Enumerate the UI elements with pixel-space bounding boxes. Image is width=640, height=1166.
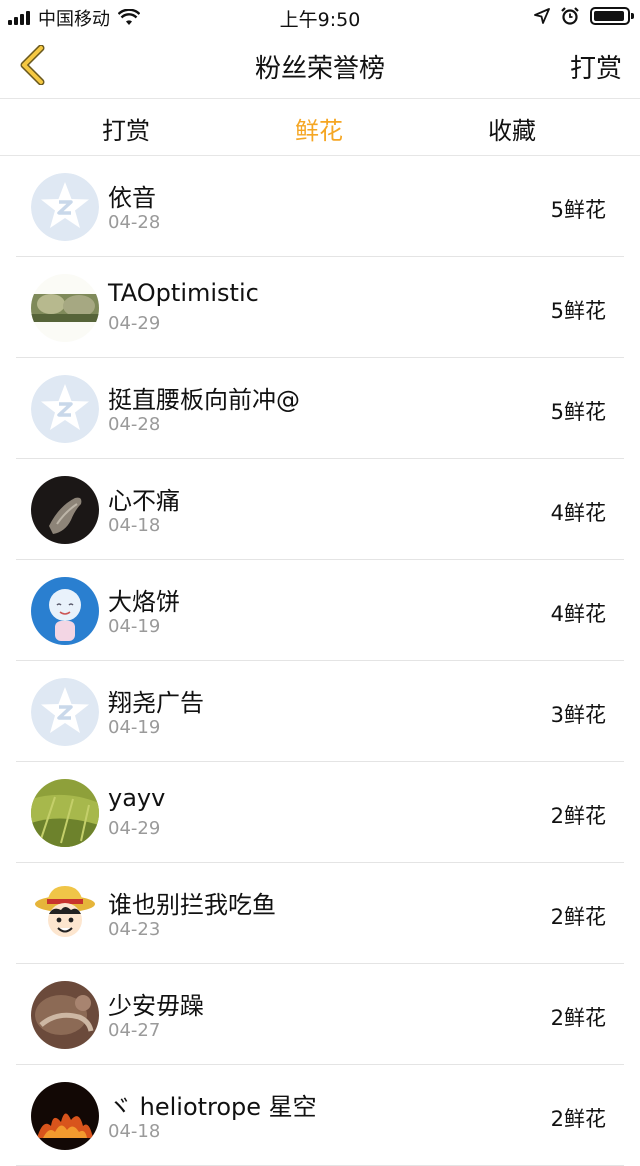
back-button[interactable] [10,42,54,88]
tab-bar: 打赏 鲜花 收藏 [0,99,640,156]
landscape-avatar [31,274,99,342]
alarm-icon [561,7,579,25]
tab-favorites[interactable]: 收藏 [452,111,572,146]
fan-list: 依音 04-28 5鲜花 TAOptimistic 04-29 5鲜花 挺直腰板… [16,156,624,1166]
fan-name: 大烙饼 [108,588,180,616]
fan-date: 04-29 [108,313,161,334]
fan-date: 04-27 [108,1020,161,1041]
fan-name: 心不痛 [108,487,180,515]
page-title: 粉丝荣誉榜 [254,54,385,84]
reward-button[interactable]: 打赏 [570,48,622,85]
fan-name: 依音 [108,184,156,212]
flower-count: 2鲜花 [550,905,606,929]
fan-date: 04-19 [108,717,161,738]
back-chevron-icon [20,45,45,85]
fan-row[interactable]: 挺直腰板向前冲@ 04-28 5鲜花 [16,358,624,459]
status-right [534,6,634,26]
fan-row[interactable]: yayv 04-29 2鲜花 [16,762,624,863]
tab-flowers[interactable]: 鲜花 [259,111,379,146]
fan-row[interactable]: 依音 04-28 5鲜花 [16,156,624,257]
flower-count: 2鲜花 [550,804,606,828]
fan-date: 04-18 [108,1121,161,1142]
fan-row[interactable]: TAOptimistic 04-29 5鲜花 [16,257,624,358]
green-field-avatar [31,779,99,847]
flower-count: 5鲜花 [550,400,606,424]
fan-name: 挺直腰板向前冲@ [108,386,300,414]
fan-date: 04-29 [108,818,161,839]
location-arrow-icon [534,8,550,24]
fan-row[interactable]: 谁也别拦我吃鱼 04-23 2鲜花 [16,863,624,964]
fan-row[interactable]: 心不痛 04-18 4鲜花 [16,459,624,560]
default-star-avatar-icon [31,678,99,746]
nav-bar: 粉丝荣誉榜 打赏 [0,32,640,99]
fan-name: 少安毋躁 [108,992,204,1020]
fan-name: 谁也别拦我吃鱼 [108,891,276,919]
fan-name: yayv [108,784,166,812]
fan-date: 04-19 [108,616,161,637]
flower-count: 2鲜花 [550,1107,606,1131]
fan-date: 04-23 [108,919,161,940]
flower-count: 5鲜花 [550,299,606,323]
flower-count: 5鲜花 [550,198,606,222]
status-bar: 中国移动 上午9:50 [0,0,640,32]
brown-photo-avatar [31,981,99,1049]
fan-date: 04-28 [108,414,161,435]
fan-date: 04-28 [108,212,161,233]
flower-count: 4鲜花 [550,602,606,626]
fan-name: TAOptimistic [108,279,259,307]
battery-icon [590,7,634,25]
fan-date: 04-18 [108,515,161,536]
default-star-avatar-icon [31,375,99,443]
fan-row[interactable]: 翔尧广告 04-19 3鲜花 [16,661,624,762]
blue-cartoon-avatar [31,577,99,645]
flower-count: 2鲜花 [550,1006,606,1030]
fan-row[interactable]: 少安毋躁 04-27 2鲜花 [16,964,624,1065]
fan-name: ヾ heliotrope 星空 [108,1093,317,1121]
fire-text-avatar [31,1082,99,1150]
default-star-avatar-icon [31,173,99,241]
dark-hand-avatar [31,476,99,544]
fan-name: 翔尧广告 [108,689,204,717]
flower-count: 3鲜花 [550,703,606,727]
flower-count: 4鲜花 [550,501,606,525]
fan-row[interactable]: ヾ heliotrope 星空 04-18 2鲜花 [16,1065,624,1166]
fan-row[interactable]: 大烙饼 04-19 4鲜花 [16,560,624,661]
tab-reward[interactable]: 打赏 [66,111,186,146]
straw-hat-cartoon-avatar [31,880,99,948]
